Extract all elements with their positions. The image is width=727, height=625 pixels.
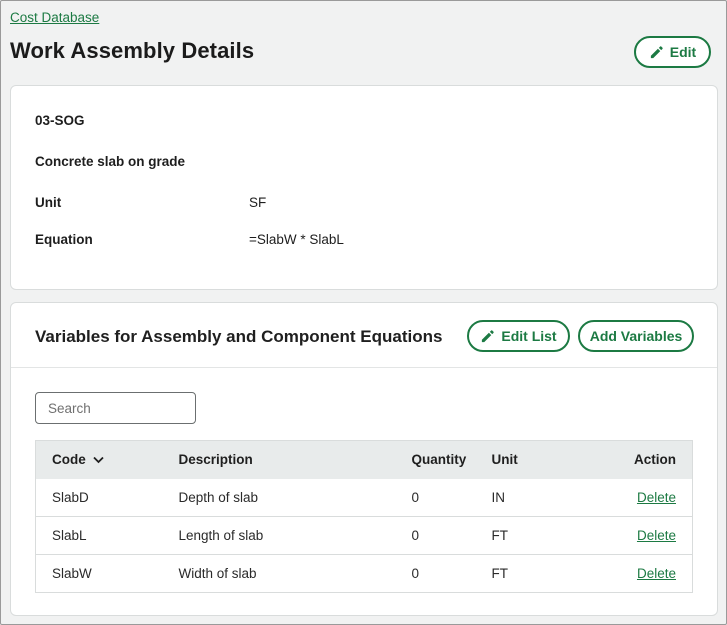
cell-action: Delete [592,517,693,555]
cell-action: Delete [592,555,693,593]
assembly-code: 03-SOG [35,113,85,128]
cell-unit: IN [491,489,506,505]
cell-code: SlabD [52,489,89,505]
variables-title: Variables for Assembly and Component Equ… [35,327,443,346]
pencil-icon [650,45,663,58]
cell-quantity: 0 [411,528,420,543]
unit-value: SF [249,195,267,210]
delete-link[interactable]: Delete [637,566,676,581]
assembly-description: Concrete slab on grade [35,154,186,169]
variables-table: Code Description Quantity Unit Action Sl… [35,440,693,593]
edit-list-button[interactable]: Edit List [467,320,570,352]
add-variables-button[interactable]: Add Variables [578,320,694,352]
table-row: SlabL Length of slab 0 FT Delete [35,517,693,555]
cell-action: Delete [592,479,693,517]
column-header-action: Action [634,452,676,468]
equation-value: =SlabW * SlabL [249,232,344,247]
variables-card: Variables for Assembly and Component Equ… [10,302,718,616]
table-header-row: Code Description Quantity Unit Action [35,440,693,479]
unit-label: Unit [35,195,62,210]
assembly-details-card: 03-SOG Concrete slab on grade Unit SF Eq… [10,85,718,290]
cell-unit: FT [491,566,509,581]
equation-label: Equation [35,232,93,247]
cell-code: SlabL [52,528,87,543]
table-row: SlabD Depth of slab 0 IN Delete [35,479,693,517]
cell-quantity: 0 [411,489,420,505]
edit-list-label: Edit List [501,328,557,344]
cell-description: Length of slab [178,528,264,543]
edit-button-label: Edit [669,44,697,60]
cell-code: SlabW [52,566,92,581]
cell-description: Width of slab [178,566,257,581]
page-title: Work Assembly Details [10,38,255,63]
delete-link[interactable]: Delete [637,490,676,505]
pencil-icon [482,329,495,342]
cell-description: Depth of slab [178,489,259,505]
divider [11,367,717,368]
column-header-description: Description [178,452,253,468]
cell-quantity: 0 [411,566,420,581]
search-input[interactable] [35,392,196,424]
breadcrumb-cost-database[interactable]: Cost Database [10,10,99,25]
column-header-quantity: Quantity [411,452,467,468]
cell-unit: FT [491,528,509,543]
table-row: SlabW Width of slab 0 FT Delete [35,555,693,593]
column-header-code-label: Code [52,452,86,468]
column-header-code[interactable]: Code [36,441,179,479]
delete-link[interactable]: Delete [637,528,676,543]
edit-button[interactable]: Edit [634,36,711,68]
column-header-unit: Unit [491,452,518,468]
chevron-down-icon[interactable] [92,456,104,464]
